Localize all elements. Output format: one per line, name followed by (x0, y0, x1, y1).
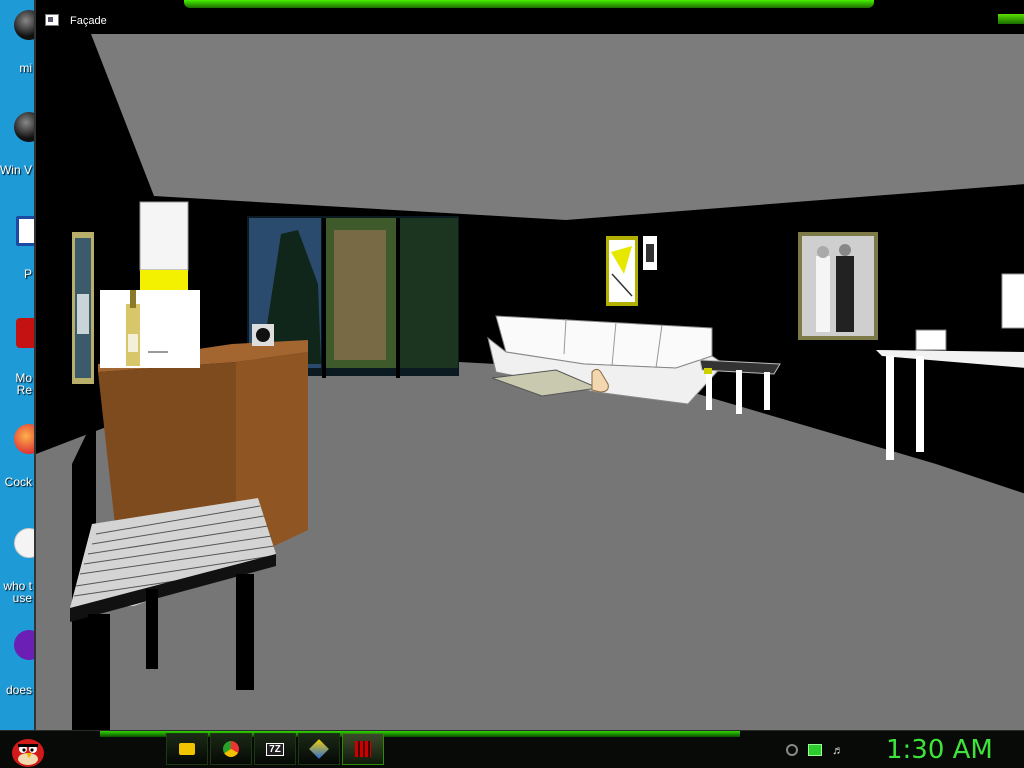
game-window[interactable]: Façade (34, 0, 1024, 730)
wedding-photo (798, 232, 878, 340)
title-glow-decoration (184, 0, 874, 8)
window-title: Façade (70, 15, 107, 27)
7zip-icon: 7Z (266, 742, 284, 756)
app-shortcut-icon (14, 112, 34, 142)
browser-icon (14, 424, 34, 454)
wine-bottle (100, 290, 200, 368)
wall-picture-left (72, 232, 94, 384)
yahoo-icon (14, 630, 34, 660)
window-controls[interactable] (998, 14, 1024, 24)
system-tray: ♬ (786, 739, 846, 761)
taskbar-facade[interactable] (342, 733, 384, 765)
coffee-table (699, 359, 781, 414)
facade-app-icon (355, 741, 371, 757)
taskbar: 7Z ♬ 1:30 AM (0, 730, 1024, 768)
app-shortcut-icon (14, 10, 34, 40)
title-bar[interactable]: Façade (36, 0, 1024, 34)
network-speed-icon[interactable] (786, 744, 798, 756)
taskbar-7zip[interactable]: 7Z (254, 733, 296, 765)
chrome-icon (223, 741, 239, 757)
winamp-icon (309, 739, 329, 759)
document-icon (16, 216, 34, 246)
taskbar-file-explorer[interactable] (166, 733, 208, 765)
display-icon[interactable] (808, 744, 822, 756)
fridge (139, 201, 189, 294)
game-scene[interactable] (36, 34, 1024, 730)
volume-icon[interactable]: ♬ (832, 744, 846, 756)
taskbar-clock[interactable]: 1:30 AM (886, 735, 993, 765)
taskbar-chrome[interactable] (210, 733, 252, 765)
window-app-icon (45, 14, 59, 26)
start-button[interactable] (8, 731, 48, 768)
blank-page-icon (14, 528, 34, 558)
desktop: mi Win V P Mo Re Cock who t use does (0, 0, 34, 730)
folder-icon (179, 743, 195, 755)
reader-icon (16, 318, 34, 348)
angry-bird-start-icon (12, 739, 44, 767)
taskbar-winamp[interactable] (298, 733, 340, 765)
ceiling (91, 34, 1024, 220)
